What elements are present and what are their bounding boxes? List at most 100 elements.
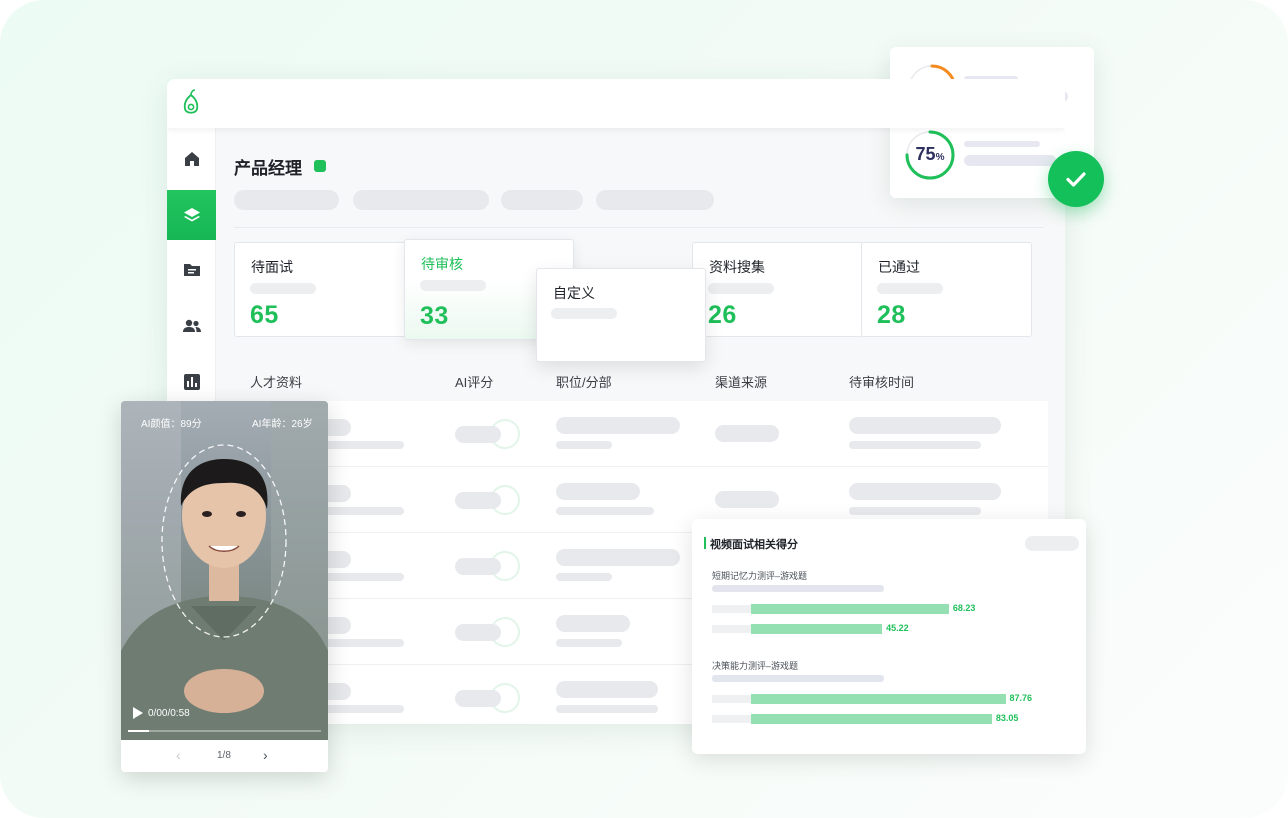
stat-value: 33 (420, 302, 449, 330)
video-progress-fill (128, 730, 150, 732)
users-icon (182, 319, 201, 332)
placeholder-bar (849, 507, 981, 515)
stat-label: 待审核 (421, 256, 463, 272)
custom-card[interactable]: 自定义 (536, 268, 706, 362)
column-header[interactable]: AI评分 (455, 372, 493, 391)
sidebar-item-folder[interactable] (167, 245, 216, 295)
placeholder-bar (849, 483, 1001, 500)
placeholder-bar (556, 441, 612, 449)
placeholder-bar (455, 558, 501, 575)
stat-card-collecting[interactable]: 资料搜集 26 (692, 242, 864, 337)
placeholder-bar (556, 681, 658, 698)
filter-pill[interactable] (353, 190, 489, 210)
placeholder-bar (712, 715, 752, 723)
section-title: 短期记忆力测评–游戏题 (712, 571, 808, 581)
placeholder-bar (551, 308, 617, 319)
placeholder-bar (324, 639, 404, 647)
placeholder-bar (324, 573, 404, 581)
column-header[interactable]: 待审核时间 (849, 372, 914, 391)
placeholder-bar (420, 280, 486, 291)
placeholder-bar (250, 283, 316, 294)
placeholder-bar (556, 573, 612, 581)
stat-label: 已通过 (878, 259, 920, 275)
ai-age-estimate: AI年龄：26岁 (252, 419, 313, 430)
column-header[interactable]: 渠道来源 (715, 372, 767, 391)
score-bar (751, 624, 883, 634)
video-score-card: 视频面试相关得分 短期记忆力测评–游戏题 68.23 45.22 决策能力测评–… (692, 519, 1086, 754)
check-icon (1066, 172, 1086, 187)
sidebar-item-analytics[interactable] (167, 357, 216, 407)
video-interview-card: AI颜值：89分 AI年龄：26岁 0/00/0:58 ‹ 1/8 › (121, 401, 328, 772)
placeholder-bar (455, 492, 501, 509)
placeholder-bar (455, 426, 501, 443)
filter-pill[interactable] (596, 190, 714, 210)
chevron-left-icon[interactable]: ‹ (176, 747, 181, 763)
placeholder-bar (455, 690, 501, 707)
divider (234, 227, 1044, 228)
score-value: 45.22 (886, 623, 909, 633)
column-header[interactable]: 人才资料 (250, 372, 302, 391)
placeholder-pill (1025, 536, 1079, 551)
section-title: 决策能力测评–游戏题 (712, 661, 799, 671)
placeholder-bar (712, 605, 752, 613)
sidebar-item-home[interactable] (167, 134, 216, 184)
score-value: 87.76 (1009, 693, 1033, 703)
score-row: 87.76 (712, 693, 1072, 704)
score-bar (751, 604, 949, 614)
video-player[interactable]: AI颜值：89分 AI年龄：26岁 0/00/0:58 (121, 401, 328, 740)
avocado-logo-icon (183, 89, 199, 114)
column-header[interactable]: 职位/分部 (556, 372, 612, 391)
stat-value: 65 (250, 301, 279, 329)
stat-card-pending-interview[interactable]: 待面试 65 (234, 242, 406, 337)
placeholder-bar (556, 705, 658, 713)
placeholder-bar (556, 639, 622, 647)
chevron-right-icon[interactable]: › (263, 747, 268, 763)
gauge-value: 75% (915, 144, 945, 164)
stat-label: 资料搜集 (709, 259, 765, 275)
placeholder-bar (708, 283, 774, 294)
layers-icon (183, 208, 200, 222)
placeholder-bar (556, 507, 654, 515)
video-pager: ‹ 1/8 › (121, 740, 328, 772)
ai-appearance-score: AI颜值：89分 (141, 419, 202, 430)
placeholder-bar (877, 283, 943, 294)
custom-card-label: 自定义 (553, 285, 595, 301)
filter-pill[interactable] (501, 190, 583, 210)
title-accent (704, 537, 706, 549)
placeholder-bar (324, 441, 404, 449)
status-dot (314, 160, 326, 172)
placeholder-bar (556, 483, 640, 500)
score-bar (751, 694, 1006, 704)
placeholder-bar (556, 549, 680, 566)
table-row[interactable] (234, 401, 1048, 467)
stat-card-passed[interactable]: 已通过 28 (861, 242, 1032, 337)
table-header: 人才资料 AI评分 职位/分部 渠道来源 待审核时间 (234, 358, 1048, 401)
placeholder-bar (849, 441, 981, 449)
play-icon[interactable] (133, 707, 143, 719)
stat-value: 26 (708, 301, 737, 329)
placeholder-bar (712, 695, 752, 703)
filter-pill[interactable] (234, 190, 339, 210)
bar-chart-icon (183, 374, 200, 390)
placeholder-bar (849, 417, 1001, 434)
score-card-title: 视频面试相关得分 (710, 539, 798, 551)
placeholder-bar (964, 155, 1056, 166)
placeholder-bar (556, 615, 630, 632)
placeholder-bar (324, 705, 404, 713)
placeholder-bar (964, 141, 1040, 147)
page-indicator: 1/8 (217, 750, 231, 761)
score-row: 45.22 (712, 623, 1072, 634)
video-progress[interactable] (128, 730, 321, 732)
top-bar (167, 79, 1065, 128)
sidebar-item-layers[interactable] (167, 190, 216, 240)
placeholder-bar (715, 425, 779, 442)
stat-value: 28 (877, 301, 906, 329)
placeholder-bar (712, 625, 752, 633)
video-time: 0/00/0:58 (148, 708, 190, 719)
placeholder-bar (712, 585, 884, 592)
sidebar-item-users[interactable] (167, 301, 216, 351)
placeholder-bar (556, 417, 680, 434)
page-title: 产品经理 (234, 159, 302, 178)
placeholder-bar (715, 491, 779, 508)
approved-badge (1048, 151, 1104, 207)
